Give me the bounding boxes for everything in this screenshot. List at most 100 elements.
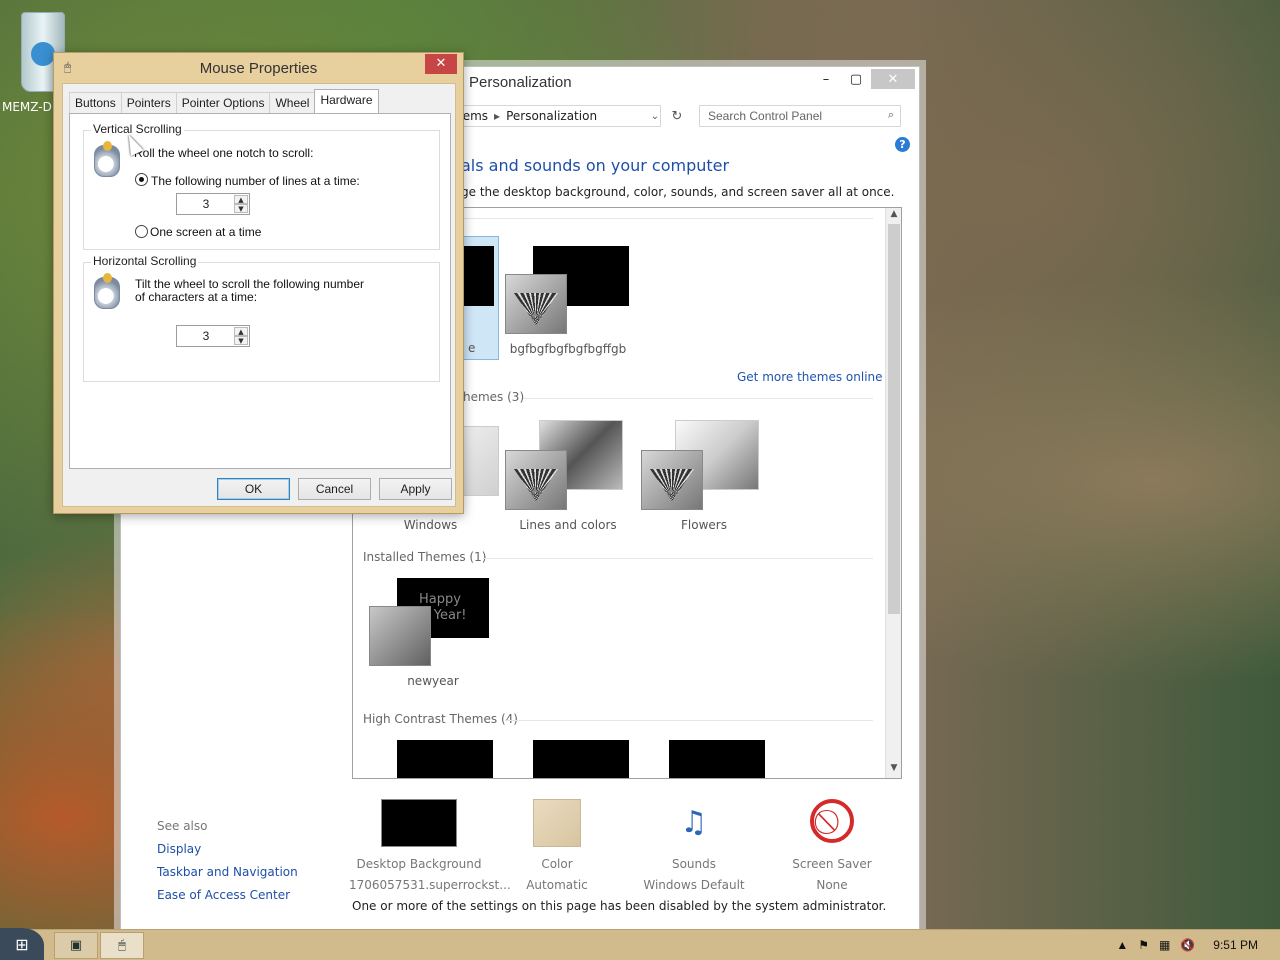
theme-item[interactable] [363, 738, 493, 778]
page-subheading: ge the desktop background, color, sounds… [461, 185, 895, 199]
help-icon[interactable]: ? [895, 137, 910, 152]
minimize-button[interactable]: – [811, 69, 841, 89]
theme-label: Windows [403, 518, 458, 532]
setting-label: Color [541, 857, 573, 871]
section-installed-themes: Installed Themes (1) [363, 550, 487, 564]
system-tray: ▲ ⚑ ▦ 🔇 9:51 PM [1116, 938, 1258, 952]
side-link-display[interactable]: Display [157, 842, 201, 856]
cancel-button[interactable]: Cancel [298, 478, 371, 500]
side-link-taskbar[interactable]: Taskbar and Navigation [157, 865, 298, 879]
breadcrumb-arrow-icon: ▸ [494, 109, 501, 123]
side-link-ease-of-access[interactable]: Ease of Access Center [157, 888, 290, 902]
screen-saver-setting[interactable]: ⃠ Screen Saver None [762, 799, 902, 892]
lines-stepper[interactable]: 3 ▲ ▼ [176, 193, 250, 215]
mouse-wheel-icon [94, 273, 120, 309]
tab-pointer-options[interactable]: Pointer Options [175, 92, 271, 113]
disabled-message: One or more of the settings on this page… [352, 899, 887, 913]
gallery-scrollbar[interactable]: ▲ ▼ [885, 208, 901, 778]
horizontal-desc-1: Tilt the wheel to scroll the following n… [135, 277, 364, 291]
setting-sublabel: Automatic [526, 878, 588, 892]
theme-label: e [468, 341, 476, 355]
breadcrumb-personalization[interactable]: Personalization [506, 109, 597, 123]
desktop-background-setting[interactable]: Desktop Background 1706057531.superrocks… [349, 799, 511, 892]
scroll-up-icon[interactable]: ▲ [886, 209, 901, 223]
tab-pointers[interactable]: Pointers [120, 92, 177, 113]
search-placeholder: Search Control Panel [708, 109, 823, 123]
apply-button[interactable]: Apply [379, 478, 452, 500]
start-button-icon[interactable]: ⊞ [0, 928, 44, 960]
color-setting[interactable]: Color Automatic [487, 799, 627, 892]
theme-label: Lines and colors [519, 518, 617, 532]
close-button[interactable]: ✕ [871, 69, 915, 89]
scroll-thumb[interactable] [888, 224, 900, 614]
taskbar-mouse-icon[interactable]: 🖱 [100, 932, 144, 959]
setting-label: Desktop Background [356, 857, 482, 871]
refresh-icon[interactable]: ↻ [666, 105, 688, 127]
horizontal-desc-2: of characters at a time: [135, 290, 258, 304]
one-screen-radio-label[interactable]: One screen at a time [150, 225, 261, 239]
clock[interactable]: 9:51 PM [1213, 938, 1258, 952]
spin-down-icon[interactable]: ▼ [234, 204, 248, 213]
vertical-desc: Roll the wheel one notch to scroll: [134, 146, 314, 160]
search-input[interactable]: Search Control Panel ⌕ [699, 105, 901, 127]
setting-label: Screen Saver [792, 857, 872, 871]
theme-label: newyear [407, 674, 459, 688]
page-heading: als and sounds on your computer [461, 156, 730, 175]
setting-label: Sounds [671, 857, 717, 871]
get-more-themes-link[interactable]: Get more themes online [737, 370, 883, 384]
tray-expand-icon[interactable]: ▲ [1116, 938, 1128, 952]
group-title: Vertical Scrolling [91, 122, 184, 136]
theme-item[interactable]: Lines and colors [503, 418, 633, 538]
tab-hardware[interactable]: Hardware [314, 89, 379, 113]
search-icon[interactable]: ⌕ [888, 109, 894, 122]
setting-sublabel: None [816, 878, 848, 892]
screen-saver-icon: ⃠ [810, 799, 854, 843]
mouse-wheel-icon [94, 141, 120, 177]
setting-sublabel: 1706057531.superrockst... [349, 878, 511, 892]
ok-button[interactable]: OK [217, 478, 290, 500]
spin-down-icon[interactable]: ▼ [234, 336, 248, 345]
lines-radio-label[interactable]: The following number of lines at a time: [151, 174, 360, 188]
volume-muted-icon[interactable]: 🔇 [1180, 938, 1195, 952]
tab-wheel[interactable]: Wheel [269, 92, 316, 113]
desktop-background-thumbnail [381, 799, 457, 847]
theme-label: bgfbgfbgfbgfbgffgb [509, 342, 627, 356]
window-title: Personalization [469, 74, 572, 91]
lines-value[interactable]: 3 [177, 197, 235, 211]
lines-radio[interactable] [135, 173, 148, 186]
one-screen-radio[interactable] [135, 225, 148, 238]
sounds-setting[interactable]: ♫ Sounds Windows Default [624, 799, 764, 892]
color-swatch [533, 799, 581, 847]
tab-strip: Buttons Pointers Pointer Options Wheel H… [69, 89, 379, 113]
theme-label: Flowers [681, 518, 727, 532]
tab-buttons[interactable]: Buttons [69, 92, 122, 113]
scroll-down-icon[interactable]: ▼ [886, 763, 901, 777]
maximize-button[interactable]: ▢ [841, 69, 871, 89]
theme-item[interactable] [639, 738, 769, 778]
taskbar-control-panel-icon[interactable]: ▣ [54, 932, 98, 959]
chars-stepper[interactable]: 3 ▲ ▼ [176, 325, 250, 347]
theme-item[interactable]: Flowers [639, 418, 769, 538]
theme-item[interactable]: bgfbgfbgfbgfbgffgb [503, 246, 633, 366]
see-also-label: See also [157, 819, 208, 833]
setting-sublabel: Windows Default [643, 878, 745, 892]
spin-up-icon[interactable]: ▲ [234, 195, 248, 204]
section-high-contrast-themes: High Contrast Themes (4) [363, 712, 518, 726]
taskbar: ⊞ ▣ 🖱 ▲ ⚑ ▦ 🔇 9:51 PM [0, 928, 1280, 960]
sounds-icon: ♫ [680, 805, 708, 840]
theme-item[interactable]: e [463, 236, 499, 360]
close-button[interactable]: ✕ [425, 54, 457, 74]
group-title: Horizontal Scrolling [91, 254, 199, 268]
mouse-properties-dialog: 🖱 Mouse Properties ✕ Buttons Pointers Po… [53, 52, 464, 514]
theme-item[interactable] [503, 738, 633, 778]
chars-value[interactable]: 3 [177, 329, 235, 343]
network-icon[interactable]: ▦ [1159, 938, 1170, 952]
horizontal-scrolling-group: Horizontal Scrolling Tilt the wheel to s… [83, 254, 440, 382]
section-default-themes: hemes (3) [463, 390, 525, 404]
tab-panel: Vertical Scrolling Roll the wheel one no… [69, 113, 451, 469]
spin-up-icon[interactable]: ▲ [234, 327, 248, 336]
theme-item[interactable]: Happy w Year! newyear [363, 578, 503, 698]
action-center-flag-icon[interactable]: ⚑ [1138, 938, 1149, 952]
address-dropdown-icon[interactable]: ⌄ [647, 105, 663, 127]
address-bar[interactable]: tems ▸ Personalization [451, 105, 661, 127]
